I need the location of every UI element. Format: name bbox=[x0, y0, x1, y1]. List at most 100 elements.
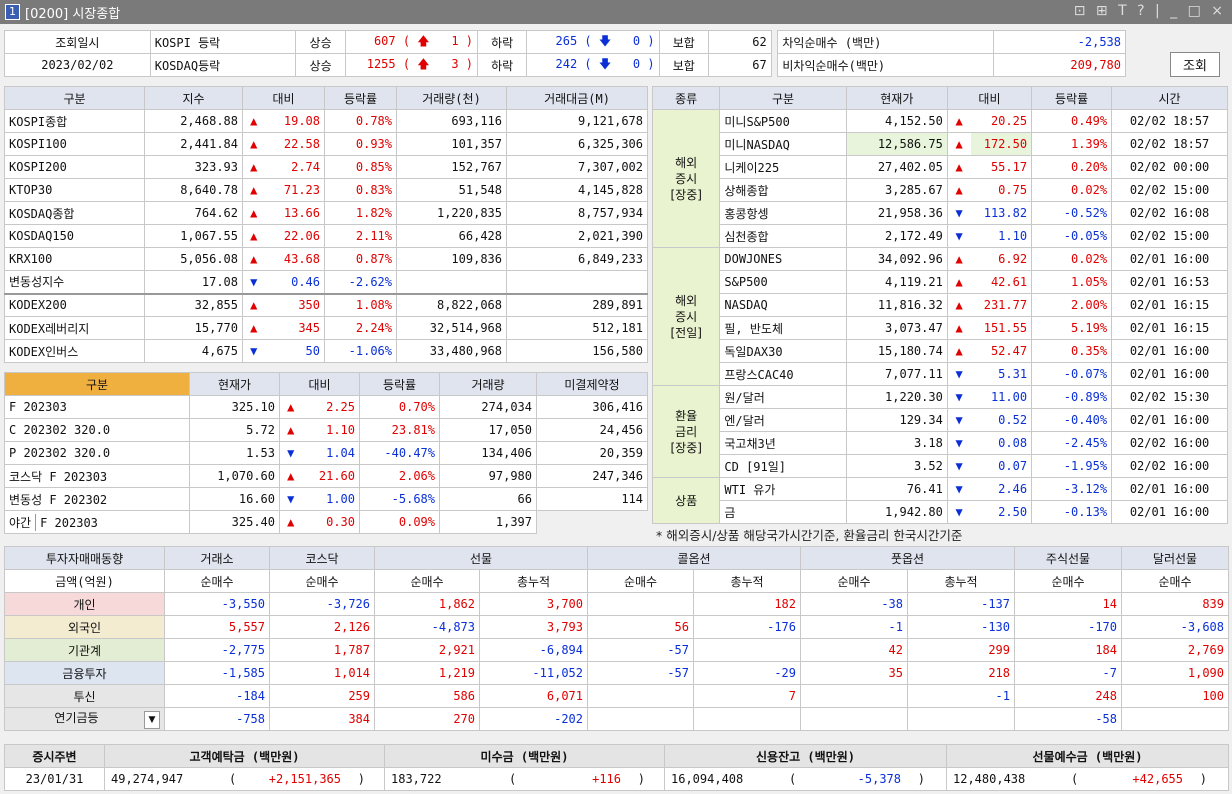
investor-value: 839 bbox=[1121, 592, 1229, 616]
investor-subheader-7: 순매수 bbox=[800, 569, 908, 593]
down-triangle-icon: ▼ bbox=[946, 431, 971, 455]
world-rate: 0.35% bbox=[1031, 339, 1113, 363]
index-row[interactable]: KOSPI200 323.93 ▲ 2.74 0.85% 152,767 7,307,002 bbox=[4, 155, 648, 179]
world-rate: 1.05% bbox=[1031, 270, 1113, 294]
investor-value: -7 bbox=[1014, 661, 1122, 685]
down-triangle-icon: ▼ bbox=[946, 477, 971, 501]
investor-value: -1,585 bbox=[164, 661, 270, 685]
index-row[interactable]: KOSPI종합 2,468.88 ▲ 19.08 0.78% 693,116 9,121,6… bbox=[4, 109, 648, 133]
index-row[interactable]: KODEX200 32,855 ▲ 350 1.08% 8,822,068 289,891 bbox=[4, 292, 648, 317]
investor-header-1: 거래소 bbox=[164, 546, 270, 570]
up-triangle-icon: ▲ bbox=[279, 395, 302, 419]
futures-row[interactable]: F 202303 325.10 ▲ 2.25 0.70% 274,034 306,416 bbox=[4, 395, 648, 419]
funds-header-2: 미수금 (백만원) bbox=[384, 744, 665, 768]
futures-table: 구분 현재가 대비 등락률 거래량 미결제약정 F 202303 325.10 ▲ 2.25 0.… bbox=[4, 372, 648, 534]
index-header-2: 대비 bbox=[242, 86, 325, 110]
inquiry-button[interactable]: 조회 bbox=[1170, 52, 1220, 77]
index-rate: 0.85% bbox=[324, 155, 397, 179]
index-row[interactable]: KODEX인버스 4,675 ▼ 50 -1.06% 33,480,968 156,580 bbox=[4, 339, 648, 363]
investor-value: 35 bbox=[800, 661, 908, 685]
world-row[interactable]: 해외 증시 [장중] 미니S&P500 4,152.50 ▲ 20.25 0.49% 02/… bbox=[651, 109, 1228, 248]
investor-row[interactable]: 기관계 -2,775 1,787 2,921 -6,894 -57 42 299 184 2,76… bbox=[4, 638, 1229, 662]
window-controls[interactable]: ⊡ ⊞ T ? | _ □ × bbox=[1074, 3, 1226, 19]
index-header-1: 지수 bbox=[144, 86, 243, 110]
futures-change: 1.04 bbox=[301, 441, 360, 465]
funds-change: -5,378 bbox=[857, 772, 901, 786]
world-row[interactable]: 환율 금리 [장중] 원/달러 1,220.30 ▼ 11.00 -0.89% 02/02 … bbox=[651, 385, 1228, 478]
world-row[interactable]: NASDAQ 11,816.32 ▲ 231.77 2.00% 02/01 16:15 bbox=[653, 293, 1228, 317]
futures-row[interactable]: P 202302 320.0 1.53 ▼ 1.04 -40.47% 134,406 20,… bbox=[4, 441, 648, 465]
index-rate: 2.24% bbox=[324, 316, 397, 340]
investor-row[interactable]: 금융투자 -1,585 1,014 1,219 -11,052 -57 -29 35 218 -7… bbox=[4, 661, 1229, 685]
index-amount: 156,580 bbox=[506, 339, 648, 363]
world-row[interactable]: 미니NASDAQ 12,586.75 ▲ 172.50 1.39% 02/02 18:57 bbox=[653, 132, 1228, 156]
index-row[interactable]: KOSDAQ150 1,067.55 ▲ 22.06 2.11% 66,428 2,021,… bbox=[4, 224, 648, 248]
futures-row[interactable]: 코스닥 F 202303 1,070.60 ▲ 21.60 2.06% 97,980 247… bbox=[4, 464, 648, 488]
index-row[interactable]: KOSDAQ종합 764.62 ▲ 13.66 1.82% 1,220,835 8,757,… bbox=[4, 201, 648, 225]
index-amount: 512,181 bbox=[506, 316, 648, 340]
world-row[interactable]: 상품 WTI 유가 76.41 ▼ 2.46 -3.12% 02/01 16:00 bbox=[651, 477, 1228, 524]
world-row[interactable]: 해외 증시 [전일] DOWJONES 34,092.96 ▲ 6.92 0.02% 02/… bbox=[651, 247, 1228, 386]
futures-change: 1.10 bbox=[301, 418, 360, 442]
world-row[interactable]: 독일DAX30 15,180.74 ▲ 52.47 0.35% 02/01 16:00 bbox=[653, 339, 1228, 363]
world-row[interactable]: 심천종합 2,172.49 ▼ 1.10 -0.05% 02/02 15:00 bbox=[653, 224, 1228, 248]
investor-label: 외국인 bbox=[4, 615, 165, 639]
dropdown-arrow-icon[interactable]: ▼ bbox=[144, 711, 160, 729]
investor-value bbox=[800, 707, 908, 731]
down-triangle-icon: ▼ bbox=[242, 339, 265, 363]
investor-row[interactable]: 연기금등 ▼ -758 384 270 -202 -58 bbox=[4, 707, 1229, 731]
down-triangle-icon: ▼ bbox=[946, 500, 971, 524]
funds-value: 12,480,438 bbox=[953, 772, 1026, 786]
investor-row[interactable]: 외국인 5,557 2,126 -4,873 3,793 56 -176 -1 -130 -170… bbox=[4, 615, 1229, 639]
world-row[interactable]: 니케이225 27,402.05 ▲ 55.17 0.20% 02/02 00:00 bbox=[653, 155, 1228, 179]
kosdaq-up-cell: 1255 ( 🡅 3 ) bbox=[344, 53, 479, 77]
investor-value: 1,014 bbox=[269, 661, 375, 685]
kosdaq-flat-value: 67 bbox=[707, 53, 772, 77]
world-rate: 1.39% bbox=[1031, 132, 1113, 156]
index-row[interactable]: KRX100 5,056.08 ▲ 43.68 0.87% 109,836 6,849,23… bbox=[4, 247, 648, 271]
index-header-0: 구분 bbox=[4, 86, 145, 110]
investor-row[interactable]: 투신 -184 259 586 6,071 7 -1 248 100 bbox=[4, 684, 1229, 708]
up-triangle-icon: ▲ bbox=[946, 132, 971, 156]
down-arrow-icon: 🡇 bbox=[598, 33, 612, 48]
world-row[interactable]: 국고채3년 3.18 ▼ 0.08 -2.45% 02/02 16:00 bbox=[653, 431, 1228, 455]
up-triangle-icon: ▲ bbox=[946, 316, 971, 340]
down-label: 하락 bbox=[477, 30, 528, 54]
world-row[interactable]: 홍콩항셍 21,958.36 ▼ 113.82 -0.52% 02/02 16:08 bbox=[653, 201, 1228, 225]
world-row[interactable]: 금 1,942.80 ▼ 2.50 -0.13% 02/01 16:00 bbox=[653, 500, 1228, 524]
world-row[interactable]: 프랑스CAC40 7,077.11 ▼ 5.31 -0.07% 02/01 16:00 bbox=[653, 362, 1228, 386]
index-row[interactable]: KTOP30 8,640.78 ▲ 71.23 0.83% 51,548 4,145,828 bbox=[4, 178, 648, 202]
investor-value: 2,769 bbox=[1121, 638, 1229, 662]
night-futures-row[interactable]: 야간 F 202303 325.40 ▲ 0.30 0.09% 1,397 bbox=[4, 510, 648, 534]
investor-header-5: 콜옵션 bbox=[587, 546, 801, 570]
down-label: 하락 bbox=[477, 53, 528, 77]
index-row[interactable]: KODEX레버리지 15,770 ▲ 345 2.24% 32,514,968 512,18… bbox=[4, 316, 648, 340]
futures-row[interactable]: 변동성 F 202302 16.60 ▼ 1.00 -5.68% 66 114 bbox=[4, 487, 648, 511]
index-row[interactable]: KOSPI100 2,441.84 ▲ 22.58 0.93% 101,357 6,325,… bbox=[4, 132, 648, 156]
futures-row[interactable]: C 202302 320.0 5.72 ▲ 1.10 23.81% 17,050 24,45… bbox=[4, 418, 648, 442]
funds-value: 49,274,947 bbox=[111, 772, 184, 786]
world-row[interactable]: 필, 반도체 3,073.47 ▲ 151.55 5.19% 02/01 16:15 bbox=[653, 316, 1228, 340]
world-row[interactable]: 상해종합 3,285.67 ▲ 0.75 0.02% 02/02 15:00 bbox=[653, 178, 1228, 202]
investor-value bbox=[587, 684, 694, 708]
index-change: 0.46 bbox=[264, 270, 325, 294]
investor-row[interactable]: 개인 -3,550 -3,726 1,862 3,700 182 -38 -137 14 839 bbox=[4, 592, 1229, 616]
world-rate: 0.02% bbox=[1031, 178, 1113, 202]
index-volume: 1,220,835 bbox=[396, 201, 507, 225]
investor-value: 182 bbox=[693, 592, 801, 616]
world-row[interactable]: CD [91일] 3.52 ▼ 0.07 -1.95% 02/02 16:00 bbox=[653, 454, 1228, 478]
futures-price: 1.53 bbox=[189, 441, 280, 465]
world-row[interactable]: 엔/달러 129.34 ▼ 0.52 -0.40% 02/01 16:00 bbox=[653, 408, 1228, 432]
up-triangle-icon: ▲ bbox=[242, 155, 265, 179]
index-rate: 0.87% bbox=[324, 247, 397, 271]
futures-oi: 24,456 bbox=[536, 418, 648, 442]
investor-value: 586 bbox=[374, 684, 480, 708]
world-rate: -1.95% bbox=[1031, 454, 1113, 478]
world-price: 4,152.50 bbox=[845, 109, 948, 133]
index-amount: 9,121,678 bbox=[506, 109, 648, 133]
world-rate: -0.52% bbox=[1031, 201, 1113, 225]
index-row[interactable]: 변동성지수 17.08 ▼ 0.46 -2.62% bbox=[4, 270, 648, 294]
world-row[interactable]: S&P500 4,119.21 ▲ 42.61 1.05% 02/01 16:53 bbox=[653, 270, 1228, 294]
kospi-breadth-label: KOSPI 등락 bbox=[149, 30, 297, 54]
index-change: 71.23 bbox=[264, 178, 325, 202]
